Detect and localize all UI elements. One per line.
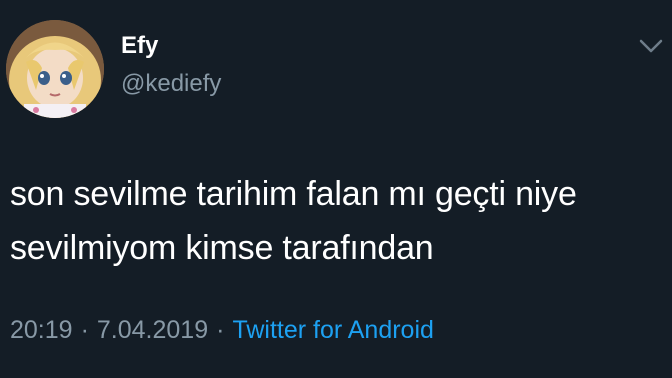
tweet-date[interactable]: 7.04.2019 [97, 316, 208, 344]
avatar[interactable] [6, 20, 104, 118]
tweet-meta: 20:19 · 7.04.2019 · Twitter for Android [10, 314, 434, 346]
tweet-source-link[interactable]: Twitter for Android [232, 316, 433, 344]
chevron-down-icon[interactable] [638, 36, 664, 56]
display-name[interactable]: Efy [121, 32, 158, 60]
tweet-card: Efy @kediefy son sevilme tarihim falan m… [0, 0, 672, 378]
user-handle[interactable]: @kediefy [121, 70, 221, 98]
meta-separator: · [216, 316, 225, 344]
tweet-time[interactable]: 20:19 [10, 316, 73, 344]
tweet-text-line-2: sevilmiyom kimse tarafından [10, 229, 434, 267]
tweet-text: son sevilme tarihim falan mı geçti niye … [10, 167, 660, 275]
meta-separator: · [80, 316, 89, 344]
tweet-text-line-1: son sevilme tarihim falan mı geçti niye [10, 175, 577, 213]
avatar-image [6, 20, 104, 118]
